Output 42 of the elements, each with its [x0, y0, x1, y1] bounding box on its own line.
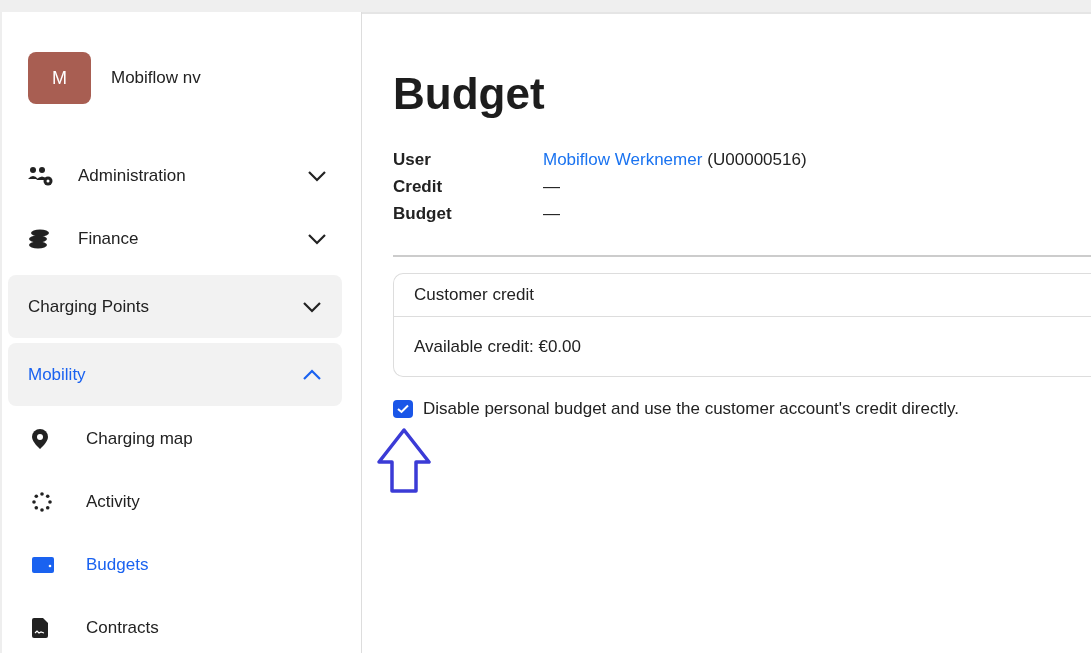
detail-label: User — [393, 149, 432, 171]
coins-icon — [28, 228, 52, 249]
dotted-circle-icon — [32, 491, 52, 512]
nav-label: Administration — [78, 164, 187, 187]
detail-label: Budget — [393, 203, 453, 225]
nav-label: Mobility — [28, 363, 87, 386]
nav-item[interactable]: Administration — [8, 144, 355, 207]
chevron-icon — [307, 232, 327, 245]
avatar: M — [28, 52, 91, 104]
checkbox[interactable] — [393, 399, 413, 418]
checkbox-label[interactable]: Disable personal budget and use the customer account's credit directly. — [423, 396, 959, 422]
wallet-icon — [32, 556, 54, 573]
nav-subitem[interactable]: Contracts — [8, 596, 355, 653]
nav-label: Charging Points — [28, 295, 150, 318]
page-title: Budget — [393, 68, 546, 120]
chevron-icon — [302, 368, 322, 381]
chevron-icon — [307, 169, 327, 182]
detail-value: (U00000516) — [707, 149, 807, 171]
nav-group[interactable]: Charging Points — [8, 275, 342, 338]
users-gear-icon — [28, 165, 54, 186]
detail-value: — — [543, 176, 560, 198]
nav-label: Budgets — [86, 553, 149, 576]
card-title: Customer credit — [394, 274, 1091, 317]
detail-label: Credit — [393, 176, 444, 198]
nav-subitem[interactable]: Activity — [8, 470, 355, 533]
chevron-icon — [302, 300, 322, 313]
nav-subitem[interactable]: Budgets — [8, 533, 355, 596]
up-arrow-icon — [377, 427, 431, 494]
map-pin-icon — [32, 428, 48, 449]
nav-label: Finance — [78, 227, 140, 250]
nav-label: Contracts — [86, 616, 159, 639]
organization-name: Mobiflow nv — [111, 67, 201, 90]
nav-label: Activity — [86, 490, 140, 513]
nav-subitem[interactable]: Charging map — [8, 407, 355, 470]
nav-group[interactable]: Mobility — [8, 343, 342, 406]
nav-label: Charging map — [86, 427, 193, 450]
detail-value: — — [543, 203, 560, 225]
nav-item[interactable]: Finance — [8, 207, 355, 270]
check-icon — [397, 403, 409, 414]
document-icon — [32, 617, 48, 638]
card-text: Available credit: €0.00 — [413, 335, 582, 358]
user-link[interactable]: Mobiflow Werknemer — [543, 149, 703, 171]
